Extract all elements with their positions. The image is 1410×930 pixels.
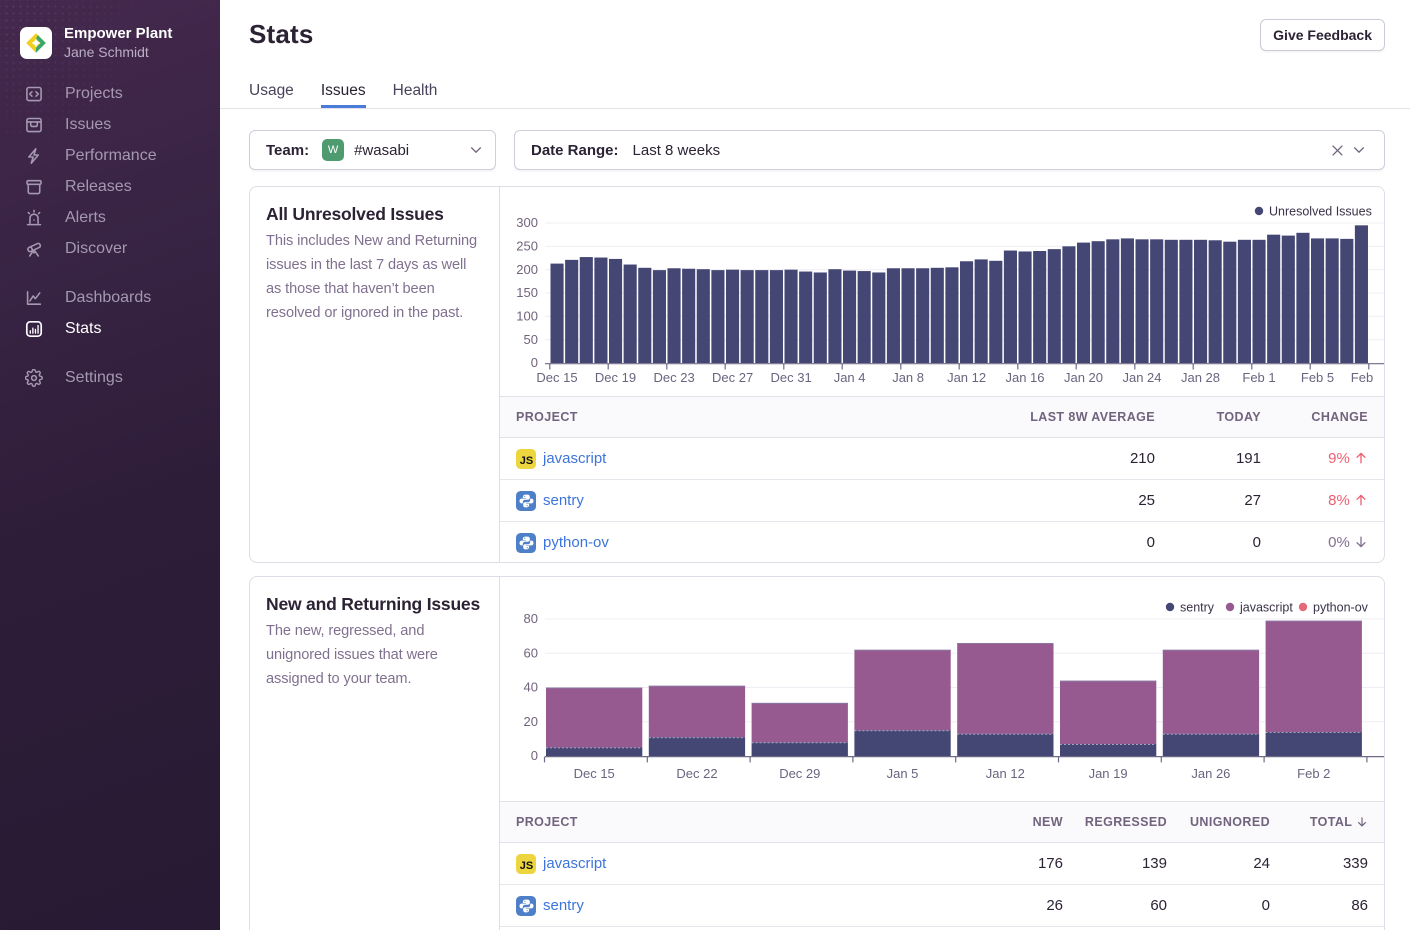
svg-text:Dec 31: Dec 31 — [770, 370, 811, 385]
svg-text:250: 250 — [516, 239, 538, 254]
svg-text:Unresolved Issues: Unresolved Issues — [1269, 205, 1372, 219]
svg-text:50: 50 — [524, 332, 538, 347]
svg-text:20: 20 — [524, 714, 538, 729]
svg-text:Jan 16: Jan 16 — [1005, 370, 1044, 385]
svg-text:Dec 23: Dec 23 — [653, 370, 694, 385]
svg-text:Feb: Feb — [1351, 370, 1373, 385]
svg-text:python-ov: python-ov — [1313, 601, 1369, 615]
svg-text:150: 150 — [516, 285, 538, 300]
svg-text:300: 300 — [516, 215, 538, 230]
svg-text:Jan 4: Jan 4 — [834, 370, 866, 385]
svg-text:Dec 19: Dec 19 — [595, 370, 636, 385]
svg-text:Jan 12: Jan 12 — [947, 370, 986, 385]
svg-text:Dec 29: Dec 29 — [779, 766, 820, 781]
svg-text:Jan 24: Jan 24 — [1122, 370, 1161, 385]
svg-text:Feb 1: Feb 1 — [1242, 370, 1275, 385]
svg-text:Jan 12: Jan 12 — [986, 766, 1025, 781]
svg-text:Jan 19: Jan 19 — [1089, 766, 1128, 781]
svg-text:Dec 22: Dec 22 — [676, 766, 717, 781]
svg-text:Jan 20: Jan 20 — [1064, 370, 1103, 385]
svg-text:Jan 5: Jan 5 — [887, 766, 919, 781]
svg-text:100: 100 — [516, 309, 538, 324]
svg-text:sentry: sentry — [1180, 601, 1215, 615]
svg-text:Jan 26: Jan 26 — [1191, 766, 1230, 781]
svg-text:JS: JS — [520, 859, 533, 871]
svg-text:Dec 27: Dec 27 — [712, 370, 753, 385]
svg-text:Feb 2: Feb 2 — [1297, 766, 1330, 781]
svg-text:JS: JS — [520, 454, 533, 466]
svg-text:Jan 8: Jan 8 — [892, 370, 924, 385]
svg-text:0: 0 — [531, 748, 538, 763]
svg-text:0: 0 — [531, 355, 538, 370]
svg-text:Jan 28: Jan 28 — [1181, 370, 1220, 385]
svg-text:40: 40 — [524, 680, 538, 695]
svg-text:60: 60 — [524, 646, 538, 661]
svg-text:Dec 15: Dec 15 — [574, 766, 615, 781]
svg-text:Dec 15: Dec 15 — [536, 370, 577, 385]
svg-text:Feb 5: Feb 5 — [1301, 370, 1334, 385]
svg-text:javascript: javascript — [1239, 601, 1293, 615]
svg-text:200: 200 — [516, 262, 538, 277]
svg-text:80: 80 — [524, 611, 538, 626]
